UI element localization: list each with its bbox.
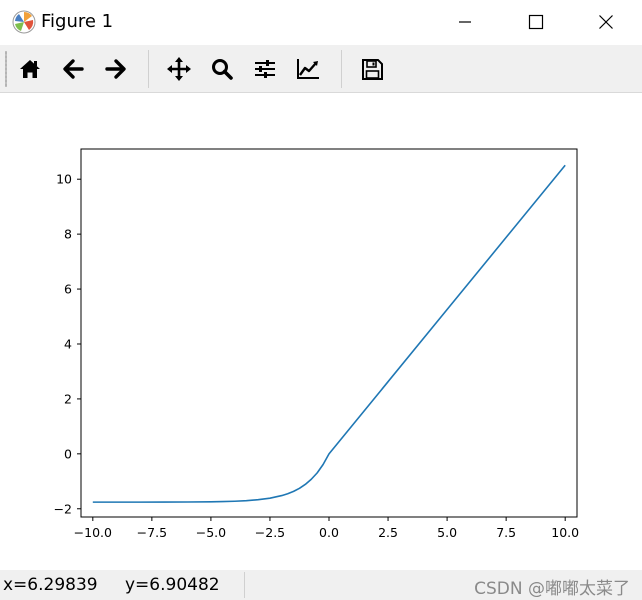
x-tick-label: 7.5 — [496, 525, 516, 540]
figure-canvas[interactable]: −10.0 −7.5 −5.0 −2.5 0.0 2.5 5.0 7.5 10.0 −2 0 2 4 6 8… — [0, 94, 642, 570]
close-button[interactable] — [583, 0, 629, 45]
save-icon — [362, 59, 383, 80]
y-tick-label: 6 — [64, 282, 72, 297]
toolbar-separator — [148, 50, 149, 88]
y-tick-label: 2 — [64, 391, 72, 406]
navigation-toolbar — [0, 45, 642, 93]
status-separator — [244, 572, 245, 598]
maximize-button[interactable] — [513, 0, 559, 45]
back-button[interactable] — [59, 55, 87, 83]
axes-frame — [80, 148, 578, 518]
line-plot: −10.0 −7.5 −5.0 −2.5 0.0 2.5 5.0 7.5 10.0 −2 0 2 4 6 8… — [54, 148, 579, 540]
back-arrow-icon — [63, 59, 84, 79]
y-tick-label: −2 — [54, 501, 72, 516]
home-button[interactable] — [16, 55, 44, 83]
toolbar-grip[interactable] — [5, 51, 7, 87]
matplotlib-logo-icon — [12, 10, 36, 34]
y-tick-label: 0 — [64, 446, 72, 461]
title-bar: Figure 1 — [0, 0, 642, 45]
close-icon — [599, 15, 613, 29]
cursor-x-readout: x=6.29839 — [3, 575, 98, 595]
zoom-button[interactable] — [208, 55, 236, 83]
forward-arrow-icon — [105, 59, 126, 79]
x-tick-label: 10.0 — [551, 525, 579, 540]
edit-axis-icon — [297, 59, 319, 79]
pan-icon — [167, 57, 191, 81]
minimize-icon — [459, 21, 471, 23]
edit-axis-button[interactable] — [294, 55, 322, 83]
toolbar-separator — [341, 50, 342, 88]
configure-subplots-button[interactable] — [251, 55, 279, 83]
csdn-watermark: CSDN @嘟嘟太菜了 — [474, 579, 630, 599]
home-icon — [20, 60, 40, 78]
save-button[interactable] — [358, 55, 386, 83]
x-tick-label: −10.0 — [74, 525, 112, 540]
maximize-icon — [528, 14, 544, 30]
y-tick-label: 4 — [64, 336, 72, 351]
x-tick-label: −5.0 — [196, 525, 226, 540]
minimize-button[interactable] — [442, 0, 488, 45]
x-tick-label: −7.5 — [137, 525, 167, 540]
pan-button[interactable] — [165, 55, 193, 83]
status-bar: x=6.29839 y=6.90482 CSDN @嘟嘟太菜了 — [0, 570, 642, 600]
y-tick-label: 8 — [64, 227, 72, 242]
x-tick-label: 0.0 — [319, 525, 339, 540]
forward-button[interactable] — [102, 55, 130, 83]
cursor-y-readout: y=6.90482 — [125, 575, 220, 595]
series-line-0 — [92, 164, 566, 503]
x-tick-label: −2.5 — [255, 525, 285, 540]
x-tick-label: 5.0 — [437, 525, 457, 540]
x-tick-label: 2.5 — [378, 525, 398, 540]
y-tick-label: 10 — [56, 172, 72, 187]
window-title: Figure 1 — [41, 11, 114, 32]
subplots-icon — [255, 60, 275, 78]
zoom-icon — [212, 59, 233, 80]
